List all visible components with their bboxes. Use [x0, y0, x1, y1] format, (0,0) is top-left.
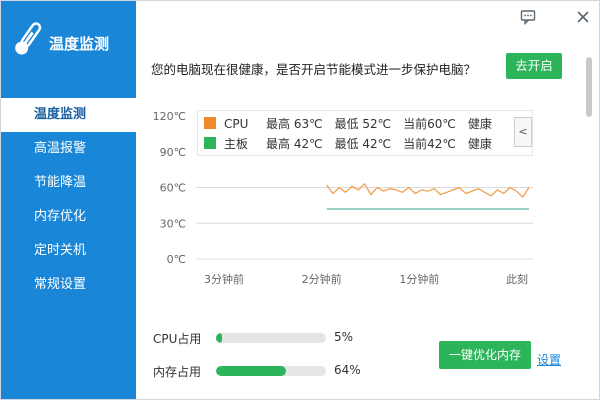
memory-usage-fill: [216, 366, 287, 376]
y-tick-label: 90℃: [160, 146, 186, 159]
legend-max-cpu: 最高 63℃: [266, 117, 323, 131]
legend-min-cpu: 最低 52℃: [334, 117, 392, 131]
memory-usage-bar: [216, 366, 326, 376]
sidebar-item-energy-cooling[interactable]: 节能降温: [1, 166, 136, 200]
enable-button[interactable]: 去开启: [506, 53, 562, 79]
health-message: 您的电脑现在很健康，是否开启节能模式进一步保护电脑？: [151, 62, 477, 77]
legend-collapse-button[interactable]: <: [514, 117, 532, 147]
app-window: 温度监测 温度监测 高温报警 节能降温 内存优化 定时关机 常规设置 您的电脑现…: [0, 0, 600, 400]
close-icon-glyph: [577, 11, 589, 23]
legend-row-cpu: CPU 最高 63℃ 最低 52℃ 当前60℃ 健康: [204, 115, 504, 133]
y-tick-label: 0℃: [167, 253, 186, 266]
app-title: 温度监测: [49, 35, 110, 53]
legend-name-board: 主板: [224, 137, 249, 151]
cpu-usage-fill: [216, 333, 222, 343]
brand: 温度监测: [1, 1, 136, 81]
feedback-icon[interactable]: [520, 9, 536, 26]
legend-swatch-board: [204, 137, 216, 149]
legend-max-board: 最高 42℃: [266, 137, 323, 151]
legend-min-board: 最低 42℃: [334, 137, 392, 151]
series-line-cpu: [326, 182, 530, 198]
scrollbar-thumb[interactable]: [586, 57, 592, 117]
settings-link[interactable]: 设置: [537, 351, 561, 368]
cpu-usage-value: 5%: [334, 330, 354, 344]
legend-swatch-cpu: [204, 117, 216, 129]
sidebar-item-general-settings[interactable]: 常规设置: [1, 268, 136, 302]
sidebar-item-memory-optimize[interactable]: 内存优化: [1, 200, 136, 234]
x-tick-label: 3分钟前: [204, 272, 244, 286]
optimize-memory-button[interactable]: 一键优化内存: [439, 341, 531, 369]
thermometer-icon: [15, 22, 42, 55]
legend-status-board: 健康: [467, 137, 492, 151]
sidebar-item-temperature-monitor[interactable]: 温度监测: [1, 98, 136, 132]
sidebar-nav: 温度监测 高温报警 节能降温 内存优化 定时关机 常规设置: [1, 98, 136, 302]
y-tick-label: 60℃: [160, 182, 186, 195]
legend-current-cpu: 当前60℃: [403, 117, 456, 131]
legend-current-board: 当前42℃: [403, 137, 456, 151]
memory-usage-label: 内存占用: [153, 365, 202, 379]
chart-legend: CPU 最高 63℃ 最低 52℃ 当前60℃ 健康 主板 最高 42℃ 最低 42℃ 当前4…: [197, 110, 533, 156]
feedback-icon-glyph: [520, 10, 536, 26]
memory-usage-value: 64%: [334, 363, 361, 377]
x-tick-label: 1分钟前: [399, 272, 439, 286]
sidebar-item-high-temp-alarm[interactable]: 高温报警: [1, 132, 136, 166]
y-tick-label: 120℃: [153, 110, 186, 123]
x-tick-label: 此刻: [506, 272, 528, 286]
cpu-usage-bar: [216, 333, 326, 343]
x-tick-label: 2分钟前: [302, 272, 342, 286]
legend-status-cpu: 健康: [467, 117, 492, 131]
sidebar-item-scheduled-shutdown[interactable]: 定时关机: [1, 234, 136, 268]
sidebar: 温度监测 温度监测 高温报警 节能降温 内存优化 定时关机 常规设置: [1, 1, 136, 399]
cpu-usage-label: CPU占用: [153, 332, 202, 346]
y-tick-label: 30℃: [160, 217, 186, 230]
legend-name-cpu: CPU: [224, 117, 249, 131]
legend-row-board: 主板 最高 42℃ 最低 42℃ 当前42℃ 健康: [204, 135, 504, 153]
close-icon[interactable]: [575, 9, 591, 25]
scrollbar[interactable]: [585, 53, 593, 393]
